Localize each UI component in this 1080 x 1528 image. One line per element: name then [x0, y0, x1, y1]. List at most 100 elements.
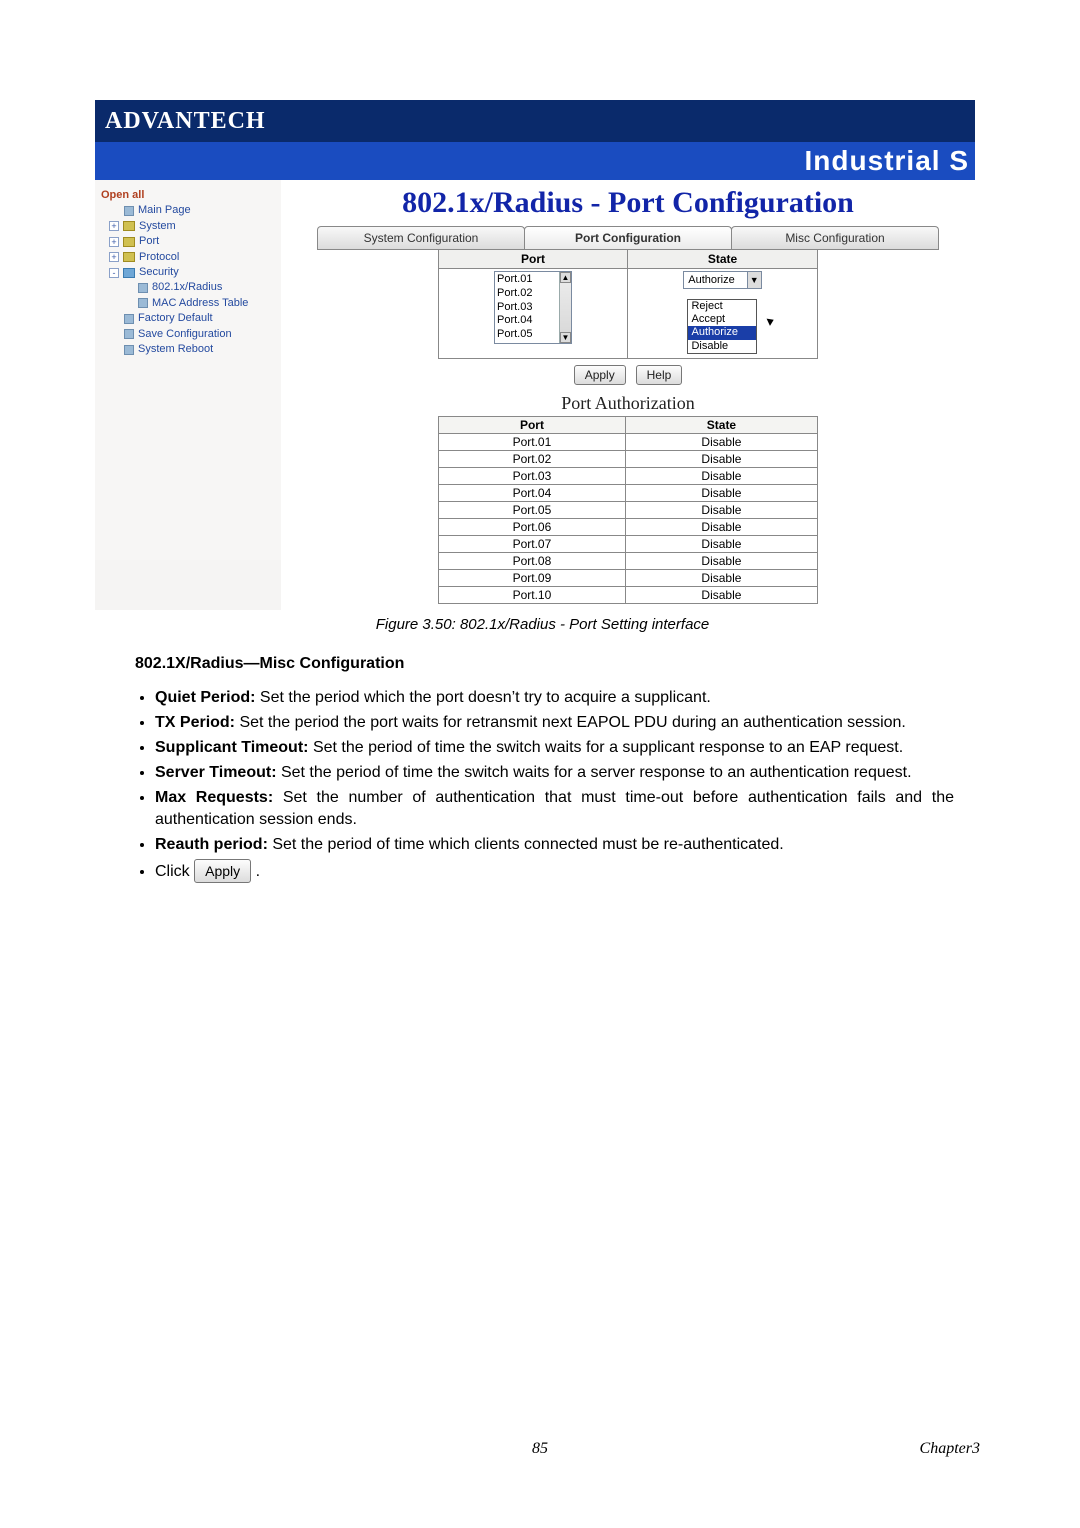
auth-state-cell: Disable [625, 519, 817, 536]
apply-button[interactable]: Apply [574, 365, 626, 385]
list-item: Server Timeout: Set the period of time t… [155, 762, 954, 783]
tab-misc-config[interactable]: Misc Configuration [731, 226, 939, 249]
port-option[interactable]: Port.04 [497, 314, 557, 328]
auth-state-header: State [625, 417, 817, 434]
figure-caption: Figure 3.50: 802.1x/Radius - Port Settin… [95, 616, 990, 633]
nav-tree: Main Page+System+Port+Protocol-Security8… [101, 203, 275, 357]
table-row: Port.04Disable [439, 485, 818, 502]
table-row: Port.03Disable [439, 468, 818, 485]
auth-port-header: Port [439, 417, 626, 434]
description-list: Quiet Period: Set the period which the p… [131, 687, 954, 883]
content-area: 802.1x/Radius - Port Configuration Syste… [281, 180, 975, 610]
list-item: Supplicant Timeout: Set the period of ti… [155, 737, 954, 758]
state-select-dropdown[interactable]: RejectAcceptAuthorizeDisable [687, 299, 757, 354]
open-all-link[interactable]: Open all [101, 188, 275, 203]
nav-label: Factory Default [138, 311, 213, 326]
scroll-down-icon[interactable]: ▼ [560, 332, 571, 343]
state-option[interactable]: Accept [688, 313, 756, 326]
port-option[interactable]: Port.05 [497, 328, 557, 342]
table-row: Port.01Disable [439, 434, 818, 451]
list-item: Max Requests: Set the number of authenti… [155, 787, 954, 829]
nav-label: Main Page [138, 203, 191, 218]
auth-port-cell: Port.09 [439, 570, 626, 587]
port-header: Port [439, 250, 628, 269]
auth-state-cell: Disable [625, 570, 817, 587]
nav-label: 802.1x/Radius [152, 280, 222, 295]
help-button[interactable]: Help [636, 365, 683, 385]
state-header: State [627, 250, 817, 269]
auth-state-cell: Disable [625, 434, 817, 451]
collapse-icon[interactable]: - [109, 268, 119, 278]
nav-label: MAC Address Table [152, 296, 248, 311]
embedded-ui: ADVANTECH Industrial S Open all Main Pag… [95, 100, 975, 610]
table-row: Port.10Disable [439, 587, 818, 604]
table-row: Port.06Disable [439, 519, 818, 536]
state-select[interactable]: Authorize ▼ [683, 271, 761, 289]
auth-port-cell: Port.07 [439, 536, 626, 553]
auth-port-cell: Port.06 [439, 519, 626, 536]
auth-state-cell: Disable [625, 587, 817, 604]
folder-icon [123, 221, 135, 231]
list-item: Quiet Period: Set the period which the p… [155, 687, 954, 708]
port-authorization-table: Port State Port.01DisablePort.02DisableP… [438, 416, 818, 604]
product-banner-text: Industrial S [805, 145, 969, 177]
auth-port-cell: Port.05 [439, 502, 626, 519]
apply-button-inline: Apply [194, 859, 251, 883]
port-listbox[interactable]: Port.01Port.02Port.03Port.04Port.05 ▲ ▼ [494, 271, 572, 344]
state-option[interactable]: Reject [688, 300, 756, 313]
table-row: Port.09Disable [439, 570, 818, 587]
nav-factory-default[interactable]: Factory Default [109, 311, 275, 326]
nav-save-config[interactable]: Save Configuration [109, 327, 275, 342]
list-item: Click Apply . [155, 859, 954, 883]
chevron-down-icon[interactable]: ▼ [747, 272, 761, 288]
brand-text: ADVANTECH [105, 108, 266, 135]
list-item: TX Period: Set the period the port waits… [155, 712, 954, 733]
page-icon [124, 345, 134, 355]
section-heading: 802.1X/Radius—Misc Configuration [135, 655, 990, 673]
expand-icon[interactable]: + [109, 252, 119, 262]
nav-port[interactable]: + Port [109, 234, 275, 249]
port-option[interactable]: Port.01 [497, 273, 557, 287]
nav-security[interactable]: - Security [109, 265, 275, 280]
folder-icon [123, 268, 135, 278]
port-state-selector-table: Port State Port.01Port.02Port.03Port.04P… [438, 249, 818, 359]
list-item: Reauth period: Set the period of time wh… [155, 834, 954, 855]
auth-port-cell: Port.03 [439, 468, 626, 485]
tab-strip: System ConfigurationPort ConfigurationMi… [317, 226, 939, 250]
port-option[interactable]: Port.02 [497, 287, 557, 301]
brand-bar: ADVANTECH [95, 100, 975, 142]
tab-system-config[interactable]: System Configuration [317, 226, 525, 249]
table-row: Port.05Disable [439, 502, 818, 519]
nav-8021x-radius[interactable]: 802.1x/Radius [123, 280, 275, 295]
page-number: 85 [532, 1440, 548, 1458]
auth-port-cell: Port.10 [439, 587, 626, 604]
listbox-scrollbar[interactable]: ▲ ▼ [559, 272, 571, 343]
auth-state-cell: Disable [625, 536, 817, 553]
folder-icon [123, 237, 135, 247]
table-row: Port.02Disable [439, 451, 818, 468]
nav-sidebar: Open all Main Page+System+Port+Protocol-… [95, 180, 281, 560]
product-banner: Industrial S [95, 142, 975, 180]
table-row: Port.08Disable [439, 553, 818, 570]
nav-system-reboot[interactable]: System Reboot [109, 342, 275, 357]
scroll-up-icon[interactable]: ▲ [560, 272, 571, 283]
nav-system[interactable]: +System [109, 219, 275, 234]
state-select-value: Authorize [684, 274, 746, 286]
port-option[interactable]: Port.03 [497, 301, 557, 315]
nav-protocol[interactable]: +Protocol [109, 250, 275, 265]
nav-label: Security [139, 265, 179, 280]
auth-port-cell: Port.08 [439, 553, 626, 570]
expand-icon[interactable]: + [109, 221, 119, 231]
auth-state-cell: Disable [625, 553, 817, 570]
nav-mac-address-table[interactable]: MAC Address Table [123, 296, 275, 311]
page-title: 802.1x/Radius - Port Configuration [287, 186, 969, 220]
nav-main-page[interactable]: Main Page [109, 203, 275, 218]
state-option[interactable]: Disable [688, 340, 756, 353]
tab-port-config[interactable]: Port Configuration [524, 226, 732, 249]
expand-icon[interactable]: + [109, 237, 119, 247]
auth-state-cell: Disable [625, 502, 817, 519]
page-icon [124, 329, 134, 339]
state-option[interactable]: Authorize [688, 326, 756, 339]
nav-label: Port [139, 234, 159, 249]
page-footer: 85 Chapter3 [0, 1440, 1080, 1528]
